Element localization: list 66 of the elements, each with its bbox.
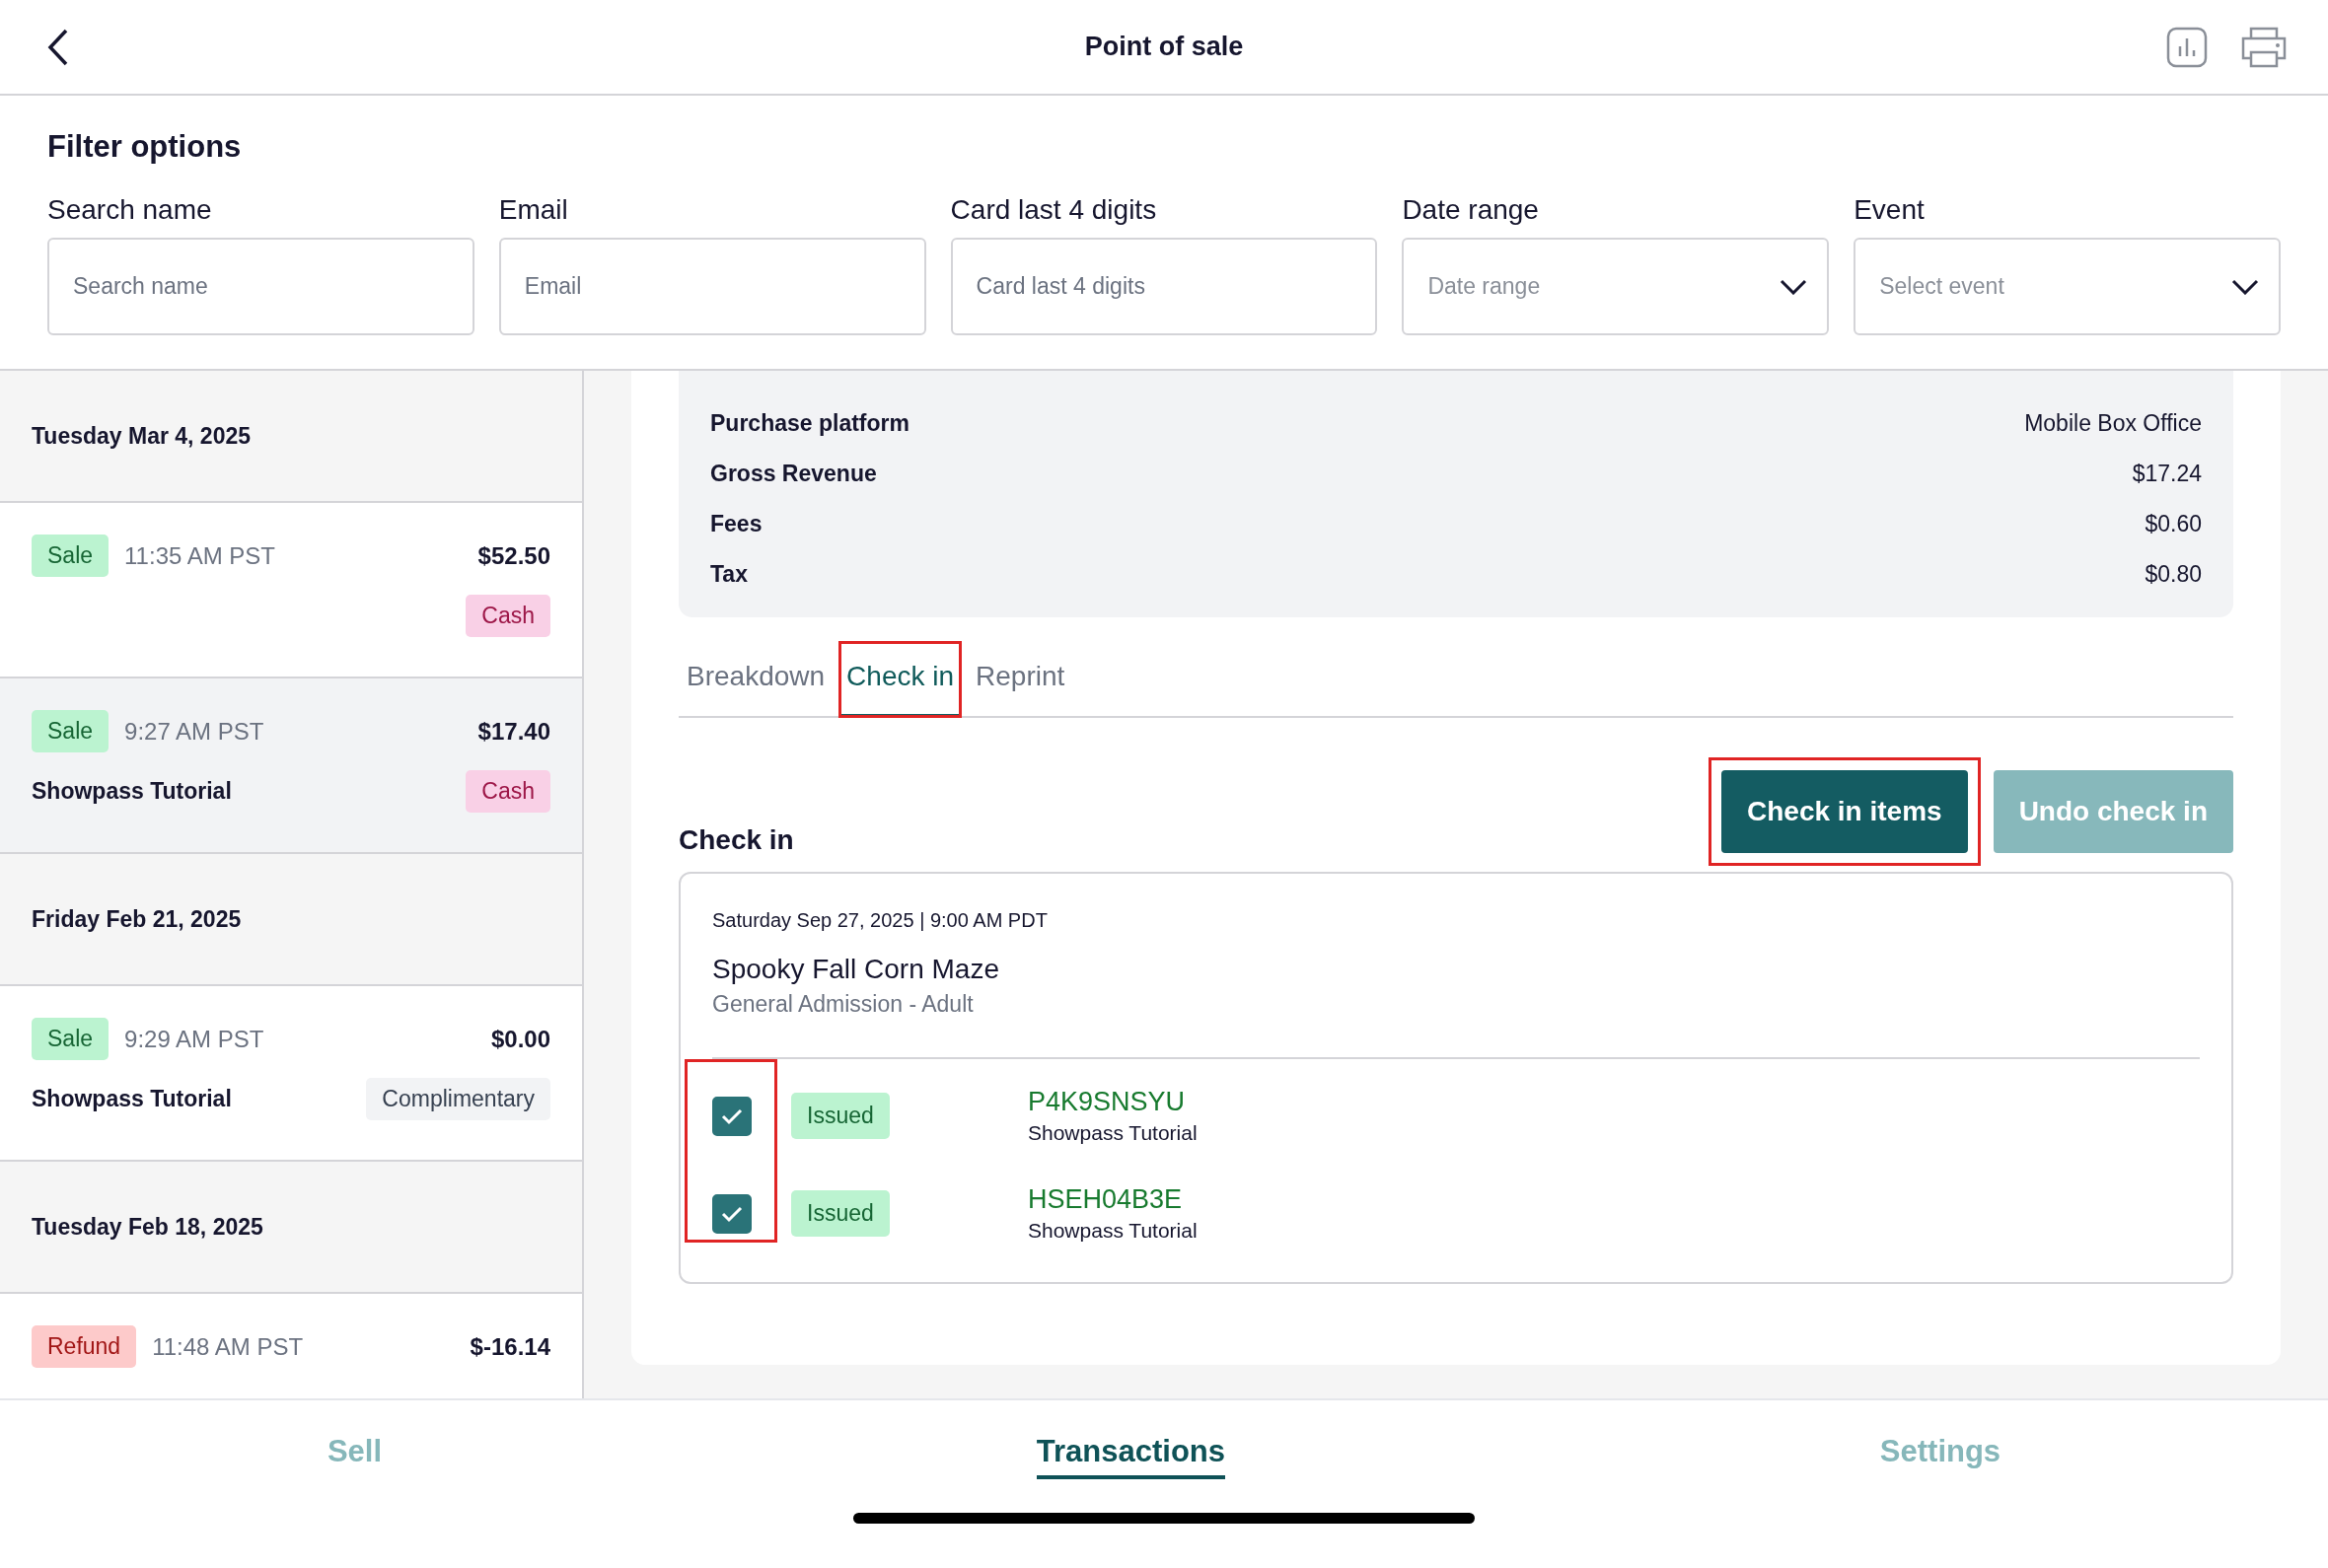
detail-value: $17.24: [2132, 461, 2202, 487]
date-label: Tuesday Mar 4, 2025: [32, 422, 252, 450]
text-field[interactable]: Email: [498, 238, 926, 335]
transaction-item[interactable]: Refund 11:48 AM PST $-16.14: [0, 1294, 582, 1398]
status-tag: Issued: [791, 1190, 890, 1237]
text-field[interactable]: Card last 4 digits: [950, 238, 1378, 335]
event-title: Spooky Fall Corn Maze: [712, 954, 1000, 985]
detail-label: Fees: [710, 511, 763, 537]
field-label: Email: [498, 194, 569, 226]
nav-tab[interactable]: Transactions: [1036, 1434, 1226, 1479]
page-title: Point of sale: [1084, 32, 1244, 62]
transaction-item[interactable]: Sale 9:29 AM PST $0.00 Showpass Tutorial Complimentary: [0, 986, 582, 1162]
ticket-type: General Admission - Adult: [712, 991, 975, 1018]
printer-icon: [2239, 26, 2289, 68]
field-label: Card last 4 digits: [950, 194, 1158, 226]
back-icon: [47, 28, 69, 66]
tab[interactable]: Reprint: [968, 641, 1073, 718]
type-tag: Sale: [32, 535, 109, 577]
event-name: Showpass Tutorial: [32, 1086, 232, 1111]
time-text: 9:27 AM PST: [124, 717, 264, 746]
ticket-code: HSEH04B3E: [1028, 1184, 1184, 1215]
tab[interactable]: Check in: [838, 641, 963, 718]
type-tag: Refund: [32, 1325, 137, 1368]
payment-tag: Cash: [466, 595, 550, 637]
chevron-down-icon: [1780, 278, 1808, 295]
type-tag: Sale: [32, 1018, 109, 1060]
time-text: 9:29 AM PST: [124, 1025, 264, 1053]
transaction-item[interactable]: Sale 11:35 AM PST $52.50 Cash: [0, 503, 582, 678]
time-text: 11:48 AM PST: [152, 1332, 304, 1361]
detail-value: Mobile Box Office: [2024, 410, 2202, 437]
detail-label: Purchase platform: [710, 410, 909, 437]
back-button[interactable]: [47, 28, 69, 66]
field-label: Search name: [47, 194, 213, 226]
action-button[interactable]: Check in items: [1721, 770, 1968, 853]
filter-title: Filter options: [47, 129, 243, 165]
ticket-event: Showpass Tutorial: [1028, 1121, 1198, 1145]
event-name: Showpass Tutorial: [32, 778, 232, 804]
tab[interactable]: Breakdown: [679, 641, 834, 718]
section-title: Check in: [679, 824, 794, 856]
payment-tag: Cash: [466, 770, 550, 813]
detail-value: $0.60: [2145, 511, 2202, 537]
status-tag: Issued: [791, 1093, 890, 1139]
date-label: Friday Feb 21, 2025: [32, 905, 242, 933]
amount-text: $52.50: [477, 541, 550, 570]
payment-tag: Complimentary: [366, 1078, 550, 1120]
detail-value: $0.80: [2145, 561, 2202, 588]
field-label: Date range: [1402, 194, 1540, 226]
date-label: Tuesday Feb 18, 2025: [32, 1213, 263, 1241]
amount-text: $17.40: [477, 717, 550, 746]
text-field[interactable]: Search name: [47, 238, 474, 335]
checkbox[interactable]: [712, 1193, 752, 1234]
ticket-event: Showpass Tutorial: [1028, 1219, 1198, 1243]
type-tag: Sale: [32, 710, 109, 752]
ticket-code: P4K9SNSYU: [1028, 1087, 1187, 1117]
checkbox[interactable]: [712, 1096, 752, 1136]
detail-label: Gross Revenue: [710, 461, 877, 487]
time-text: 11:35 AM PST: [124, 541, 275, 570]
print-button[interactable]: [2239, 26, 2289, 68]
chevron-down-icon: [2231, 278, 2259, 295]
chart-button[interactable]: [2166, 26, 2208, 68]
amount-text: $0.00: [490, 1025, 550, 1053]
detail-label: Tax: [710, 561, 748, 588]
bar-chart-icon: [2166, 26, 2208, 68]
field-label: Event: [1854, 194, 1926, 226]
event-datetime: Saturday Sep 27, 2025 | 9:00 AM PDT: [712, 909, 1049, 932]
amount-text: $-16.14: [470, 1332, 550, 1361]
